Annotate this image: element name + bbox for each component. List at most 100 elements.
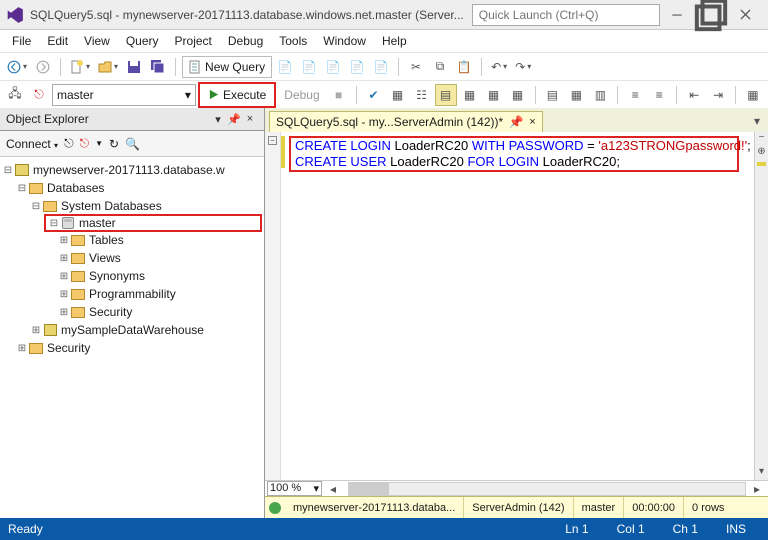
paste-button[interactable]: 📋 (453, 56, 475, 78)
hscroll-thumb[interactable] (349, 483, 389, 495)
editor-tab[interactable]: SQLQuery5.sql - my...ServerAdmin (142))*… (269, 111, 543, 132)
menu-window[interactable]: Window (315, 32, 374, 50)
results-text-button[interactable]: ▤ (541, 84, 563, 106)
object-explorer-titlebar[interactable]: Object Explorer ▾ 📌 × (0, 108, 264, 131)
overview-ruler[interactable]: − ⊕ ▾ (754, 132, 768, 480)
new-query-button[interactable]: New Query (182, 56, 272, 78)
tab-overflow-icon[interactable]: ▾ (746, 110, 768, 132)
tree-tables[interactable]: Tables (89, 233, 124, 247)
available-db-icon[interactable]: ⎋ (28, 84, 50, 106)
pin-icon[interactable]: 📌 (226, 113, 242, 126)
tree-master[interactable]: master (79, 216, 116, 230)
menu-tools[interactable]: Tools (271, 32, 315, 50)
menu-edit[interactable]: Edit (39, 32, 76, 50)
oe-disconnect-icon[interactable]: ⎋ (64, 136, 74, 151)
open-button[interactable]: ▾ (95, 56, 121, 78)
oe-filter-icon[interactable]: ▼ (95, 139, 103, 148)
expand-toggle[interactable]: ⊞ (30, 325, 42, 336)
tree-security[interactable]: Security (89, 305, 132, 319)
oe-stop-icon[interactable]: ⎋ (80, 136, 90, 151)
query-type-3-button[interactable]: 📄 (322, 56, 344, 78)
code-gutter[interactable]: − (265, 132, 281, 480)
query-type-5-button[interactable]: 📄 (370, 56, 392, 78)
nav-fwd-button[interactable] (32, 56, 54, 78)
results-grid-button[interactable]: ▦ (565, 84, 587, 106)
minimize-button[interactable]: ─ (660, 3, 694, 27)
oe-search-icon[interactable]: 🔍 (125, 137, 140, 151)
quick-launch[interactable] (472, 4, 660, 26)
parse-button[interactable]: ✔ (363, 84, 385, 106)
expand-toggle[interactable]: ⊟ (30, 201, 42, 212)
expand-toggle[interactable]: ⊞ (58, 235, 70, 246)
tree-system-db[interactable]: System Databases (61, 199, 162, 213)
execute-button[interactable]: Execute (198, 82, 276, 108)
restore-button[interactable] (694, 3, 728, 27)
menu-file[interactable]: File (4, 32, 39, 50)
stop-button[interactable]: ■ (328, 84, 350, 106)
expand-toggle[interactable]: ⊟ (2, 165, 14, 176)
tree-dw[interactable]: mySampleDataWarehouse (61, 323, 204, 337)
live-stats-button[interactable]: ▦ (483, 84, 505, 106)
query-type-1-button[interactable]: 📄 (274, 56, 296, 78)
specify-values-button[interactable]: ▦ (742, 84, 764, 106)
expand-toggle[interactable]: ⊞ (16, 343, 28, 354)
change-connection-button[interactable]: 🖧 (4, 84, 26, 106)
zoom-selector[interactable]: 100 %▾ (267, 481, 322, 496)
tree-synonyms[interactable]: Synonyms (89, 269, 145, 283)
new-item-button[interactable]: ▾ (67, 56, 93, 78)
menu-debug[interactable]: Debug (220, 32, 271, 50)
code-line-2[interactable]: CREATE USER LoaderRC20 FOR LOGIN LoaderR… (295, 154, 733, 170)
object-explorer-tree[interactable]: ⊟ mynewserver-20171113.database.w ⊟ Databa… (0, 157, 264, 518)
nav-back-button[interactable]: ▾ (4, 56, 30, 78)
tree-server[interactable]: mynewserver-20171113.database.w (33, 163, 225, 177)
save-all-button[interactable] (147, 56, 169, 78)
cut-button[interactable]: ✂ (405, 56, 427, 78)
client-stats-button[interactable]: ▦ (507, 84, 529, 106)
expand-toggle[interactable]: ⊞ (58, 253, 70, 264)
query-options-button[interactable]: ☷ (411, 84, 433, 106)
actual-plan-button[interactable]: ▦ (459, 84, 481, 106)
panel-close-icon[interactable]: × (242, 113, 258, 125)
tree-views[interactable]: Views (89, 251, 121, 265)
query-type-4-button[interactable]: 📄 (346, 56, 368, 78)
expand-toggle[interactable]: ⊞ (58, 289, 70, 300)
panel-dropdown-icon[interactable]: ▾ (210, 113, 226, 126)
menu-help[interactable]: Help (374, 32, 415, 50)
outdent-button[interactable]: ⇥ (707, 84, 729, 106)
expand-toggle[interactable]: ⊟ (48, 218, 60, 229)
fold-toggle-icon[interactable]: − (268, 136, 277, 145)
redo-button[interactable]: ↷▾ (512, 56, 534, 78)
tree-databases[interactable]: Databases (47, 181, 104, 195)
copy-button[interactable]: ⧉ (429, 56, 451, 78)
undo-button[interactable]: ↶▾ (488, 56, 510, 78)
menu-view[interactable]: View (76, 32, 118, 50)
query-type-2-button[interactable]: 📄 (298, 56, 320, 78)
expand-toggle[interactable]: ⊞ (58, 307, 70, 318)
tree-top-security[interactable]: Security (47, 341, 90, 355)
tab-close-icon[interactable]: × (529, 116, 535, 128)
split-toggle-icon[interactable]: ⊕ (755, 146, 768, 160)
uncomment-button[interactable]: ≡ (648, 84, 670, 106)
menu-query[interactable]: Query (118, 32, 167, 50)
tab-pin-icon[interactable]: 📌 (507, 115, 525, 129)
save-button[interactable] (123, 56, 145, 78)
debug-button[interactable]: Debug (278, 88, 325, 102)
expand-toggle[interactable]: ⊟ (16, 183, 28, 194)
estimated-plan-button[interactable]: ▦ (387, 84, 409, 106)
quick-launch-input[interactable] (472, 4, 660, 26)
connect-button[interactable]: Connect ▾ (6, 137, 58, 151)
code-editor[interactable]: − − ⊕ ▾ CREATE LOGIN LoaderRC20 WITH PAS… (265, 132, 768, 480)
expand-toggle[interactable]: ⊞ (58, 271, 70, 282)
scroll-down-icon[interactable]: ▾ (755, 466, 768, 480)
indent-button[interactable]: ⇤ (683, 84, 705, 106)
menu-project[interactable]: Project (167, 32, 220, 50)
close-button[interactable] (728, 3, 762, 27)
tree-programmability[interactable]: Programmability (89, 287, 176, 301)
database-selector[interactable]: master ▾ (52, 84, 196, 106)
hscrollbar[interactable] (348, 482, 746, 496)
oe-refresh-icon[interactable]: ↻ (109, 137, 119, 151)
results-file-button[interactable]: ▥ (589, 84, 611, 106)
intellisense-button[interactable]: ▤ (435, 84, 457, 106)
code-line-1[interactable]: CREATE LOGIN LoaderRC20 WITH PASSWORD = … (295, 138, 733, 154)
comment-button[interactable]: ≡ (624, 84, 646, 106)
